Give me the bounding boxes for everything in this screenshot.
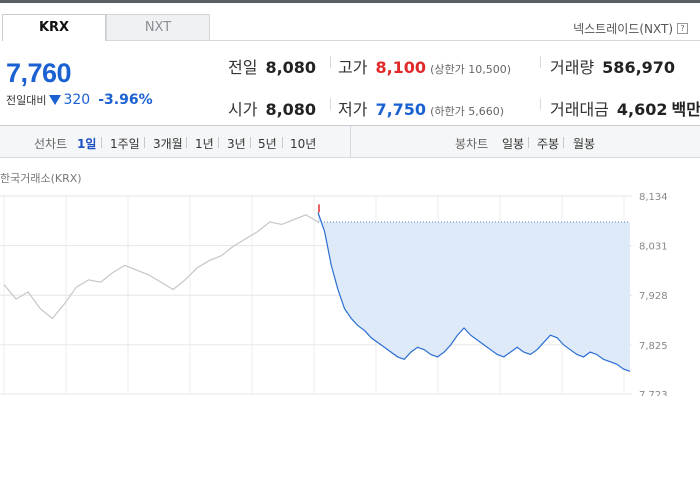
stat-label: 거래량	[550, 58, 595, 77]
separator	[330, 98, 331, 110]
toolbar-separator	[528, 137, 529, 148]
stat-value: 8,080	[265, 100, 317, 119]
price-change: 전일대비 320 -3.96%	[6, 92, 153, 108]
stat-open: 시가 8,080	[228, 96, 316, 120]
tab-underline	[208, 40, 700, 41]
help-icon[interactable]: ?	[677, 23, 688, 34]
chart-svg: 8,134 8,031 7,928 7,825 7,723	[0, 192, 668, 401]
y-tick-label: 7,928	[639, 291, 668, 302]
stat-label: 전일	[228, 58, 258, 77]
toolbar-separator	[101, 137, 102, 148]
tab-nxt[interactable]: NXT	[106, 14, 210, 41]
stat-value: 8,080	[265, 58, 317, 77]
y-tick-label: 8,031	[639, 242, 668, 253]
stat-label: 시가	[228, 100, 258, 119]
top-border	[0, 0, 700, 3]
stat-number: 8,100	[375, 58, 427, 77]
stat-sub: (하한가 5,660)	[430, 105, 504, 118]
tab-krx[interactable]: KRX	[2, 14, 106, 41]
stat-high: 고가 8,100 (상한가 10,500)	[338, 54, 511, 78]
stat-volume: 거래량 586,970	[550, 54, 675, 78]
separator	[540, 98, 541, 110]
toolbar-separator	[186, 137, 187, 148]
toolbar-separator	[282, 137, 283, 148]
toolbar-separator	[250, 137, 251, 148]
candle-chart-label: 봉차트	[455, 137, 489, 151]
period-3m[interactable]: 3개월	[153, 135, 183, 152]
period-10y[interactable]: 10년	[290, 135, 316, 152]
stat-value: 586,970	[602, 58, 676, 77]
period-1y[interactable]: 1년	[195, 135, 214, 152]
stat-low: 저가 7,750 (하한가 5,660)	[338, 96, 504, 120]
down-arrow-icon	[49, 95, 62, 105]
stat-label: 거래대금	[550, 100, 609, 119]
candle-monthly[interactable]: 월봉	[573, 135, 595, 152]
candle-daily[interactable]: 일봉	[502, 135, 524, 152]
stat-value: 8,100	[375, 58, 426, 77]
separator	[540, 56, 541, 68]
stat-amount: 거래대금 4,602 백만	[550, 96, 700, 120]
stat-label: 저가	[338, 100, 368, 119]
y-tick-label: 7,825	[639, 341, 668, 352]
separator	[330, 56, 331, 68]
stat-sub: (상한가 10,500)	[430, 63, 511, 76]
toolbar-divider	[350, 126, 351, 158]
series-line-reference	[3, 214, 319, 320]
stat-value: 4,602	[616, 100, 668, 119]
chart-source: 한국거래소(KRX)	[0, 172, 82, 185]
nxt-link[interactable]: 넥스트레이드(NXT) ?	[573, 20, 688, 37]
period-1w[interactable]: 1주일	[110, 135, 140, 152]
price-chart: 8,134 8,031 7,928 7,825 7,723	[0, 186, 700, 401]
period-1d[interactable]: 1일	[77, 135, 96, 152]
stat-unit: 백만	[671, 100, 700, 119]
y-tick-label: 8,134	[639, 192, 668, 203]
change-amount: 320	[63, 92, 91, 108]
toolbar-separator	[563, 137, 564, 148]
change-percent: -3.96%	[98, 92, 153, 108]
candle-weekly[interactable]: 주봉	[537, 135, 559, 152]
y-tick-label: 7,723	[639, 390, 668, 396]
line-chart-label: 선차트	[34, 137, 68, 151]
stat-label: 고가	[338, 58, 368, 77]
current-price: 7,760	[6, 58, 72, 88]
period-3y[interactable]: 3년	[227, 135, 246, 152]
toolbar-separator	[218, 137, 219, 148]
period-5y[interactable]: 5년	[258, 135, 277, 152]
nxt-link-label: 넥스트레이드(NXT)	[573, 22, 673, 36]
stat-prev-close: 전일 8,080	[228, 54, 316, 78]
toolbar-separator	[144, 137, 145, 148]
area-fill	[318, 212, 630, 372]
stat-value: 7,750	[375, 100, 427, 119]
change-label: 전일대비	[6, 94, 47, 107]
chart-toolbar: 선차트 1일 1주일 3개월 1년 3년 5년 10년 봉차트 일봉 주봉 월봉	[0, 126, 700, 158]
